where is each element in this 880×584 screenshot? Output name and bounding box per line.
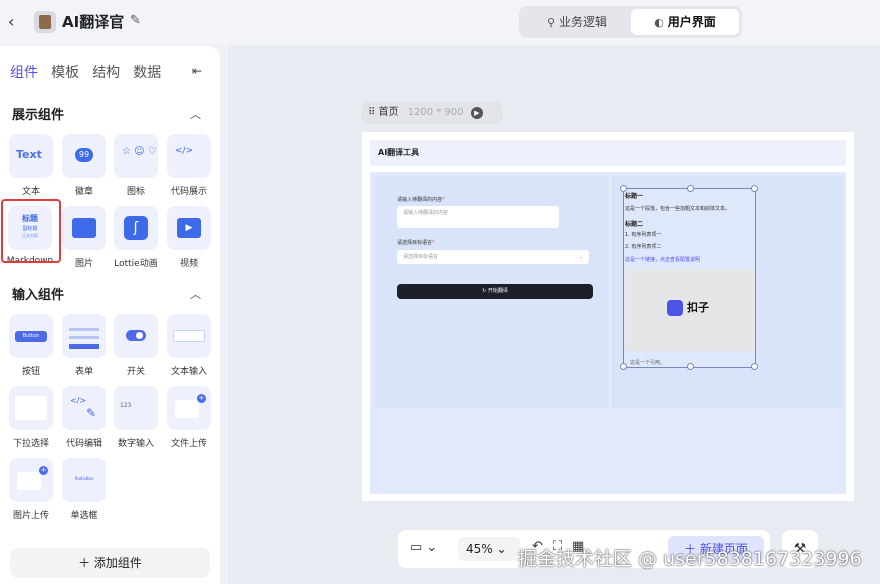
code-editor-icon: </> ✎ [62, 386, 106, 430]
markdown-component[interactable]: 标题一 这是一个段落，包含一些加粗文本和斜体文本。 标题二 1. 有序列表项一 … [620, 185, 758, 370]
component-video[interactable]: ▶ 视频 [166, 206, 212, 269]
component-icon[interactable]: ☆ ☺ ♡ 图标 [113, 134, 159, 197]
tab-user-interface[interactable]: ◐ 用户界面 [631, 9, 739, 35]
button-tile: Button [9, 314, 53, 358]
palette-icon: ◐ [654, 16, 664, 29]
play-icon[interactable]: ▶ [470, 107, 483, 119]
page-header: AI翻译工具 [370, 140, 846, 166]
component-radio[interactable]: RadioBox 单选框 [61, 458, 107, 521]
resize-handle[interactable] [620, 363, 627, 370]
section-title-display: 展示组件 [12, 108, 65, 123]
translate-input[interactable]: 请输入待翻译的内容 [397, 206, 559, 228]
file-upload-icon: + [167, 386, 211, 430]
component-text[interactable]: Text 文本 [8, 134, 54, 197]
page-frame[interactable]: AI翻译工具 请输入待翻译的内容* 请输入待翻译的内容 请选择目标语言* 请选择… [362, 132, 854, 501]
lang-label: 请选择目标语言* [397, 240, 435, 246]
form-icon [62, 314, 106, 358]
component-panel: 组件 模板 结构 数据 ⇤ 展示组件 ︿ Text 文本 99 徽章 ☆ ☺ ♡… [0, 46, 220, 584]
zoom-select[interactable]: 45% ⌄ [458, 537, 520, 561]
collapse-left-icon[interactable]: ⇤ [192, 64, 202, 78]
chevron-up-icon[interactable]: ︿ [190, 106, 201, 122]
text-input-icon [167, 314, 211, 358]
tab-structure[interactable]: 结构 [92, 62, 120, 82]
component-image-upload[interactable]: + 图片上传 [8, 458, 54, 521]
app-title: AI翻译官 [62, 13, 125, 31]
component-text-input[interactable]: 文本输入 [166, 314, 212, 377]
component-dropdown[interactable]: 下拉选择 [8, 386, 54, 449]
radio-icon: RadioBox [62, 458, 106, 502]
toggle-icon [114, 314, 158, 358]
icon-grid-icon: ☆ ☺ ♡ [114, 134, 158, 178]
flow-icon: ⚲ [546, 16, 556, 29]
language-select[interactable]: 请选择目标语言 ⌄ [397, 250, 589, 264]
chevron-up-icon[interactable]: ︿ [190, 286, 201, 302]
resize-handle[interactable] [687, 185, 694, 192]
component-number-input[interactable]: 123 数字输入 [113, 386, 159, 449]
coze-logo-icon [667, 300, 683, 316]
markdown-tile: 标题 副标题 正文内容 [8, 206, 52, 250]
video-icon: ▶ [167, 206, 211, 250]
image-upload-icon: + [9, 458, 53, 502]
component-image[interactable]: 图片 [61, 206, 107, 269]
frame-label[interactable]: ⠿ 首页 1200 * 900 ▶ [362, 102, 502, 124]
input-label: 请输入待翻译的内容* [397, 197, 445, 203]
resize-handle[interactable] [751, 363, 758, 370]
badge-tile: 99 [62, 134, 106, 178]
desktop-icon[interactable]: ▭ ⌄ [410, 540, 437, 555]
component-markdown[interactable]: 标题 副标题 正文内容 Markdown [1, 199, 61, 266]
markdown-link[interactable]: 这是一个链接，点击查看配置说明 [625, 256, 700, 263]
resize-handle[interactable] [687, 363, 694, 370]
resize-handle[interactable] [751, 185, 758, 192]
number-input-icon: 123 [114, 386, 158, 430]
component-button[interactable]: Button 按钮 [8, 314, 54, 377]
tab-components[interactable]: 组件 [10, 62, 38, 82]
drag-handle-icon[interactable]: ⠿ [368, 107, 379, 118]
component-switch[interactable]: 开关 [113, 314, 159, 377]
lottie-icon: ʃ [114, 206, 158, 250]
code-icon: </> [167, 134, 211, 178]
page-body: 请输入待翻译的内容* 请输入待翻译的内容 请选择目标语言* 请选择目标语言 ⌄ ↻… [370, 172, 846, 494]
translate-form-panel[interactable]: 请输入待翻译的内容* 请输入待翻译的内容 请选择目标语言* 请选择目标语言 ⌄ ↻… [374, 176, 608, 408]
image-icon [62, 206, 106, 250]
tab-templates[interactable]: 模板 [51, 62, 79, 82]
component-badge[interactable]: 99 徽章 [61, 134, 107, 197]
chevron-down-icon: ⌄ [578, 254, 583, 260]
app-icon [34, 11, 56, 33]
component-form[interactable]: 表单 [61, 314, 107, 377]
result-panel: 标题一 这是一个段落，包含一些加粗文本和斜体文本。 标题二 1. 有序列表项一 … [612, 176, 844, 408]
start-translate-button[interactable]: ↻ 开始翻译 [397, 284, 593, 299]
component-code-display[interactable]: </> 代码展示 [166, 134, 212, 197]
tab-data[interactable]: 数据 [133, 62, 161, 82]
pencil-icon[interactable]: ✎ [130, 13, 141, 28]
tab-business-logic[interactable]: ⚲ 业务逻辑 [523, 9, 631, 35]
panel-tabs: 组件 模板 结构 数据 [10, 62, 169, 82]
watermark: 掘金技术社区 @ user5838167323996 [518, 548, 862, 570]
component-file-upload[interactable]: + 文件上传 [166, 386, 212, 449]
component-lottie[interactable]: ʃ Lottie动画 [113, 206, 159, 269]
add-component-button[interactable]: ＋ 添加组件 [10, 548, 210, 578]
plus-icon: ＋ [78, 556, 94, 570]
markdown-image: 扣子 [625, 269, 755, 351]
chevron-left-icon[interactable]: ‹ [8, 12, 24, 32]
component-code-editor[interactable]: </> ✎ 代码编辑 [61, 386, 107, 449]
top-bar: ‹ AI翻译官 ✎ ⚲ 业务逻辑 ◐ 用户界面 [0, 0, 880, 44]
mode-switcher: ⚲ 业务逻辑 ◐ 用户界面 [519, 6, 742, 38]
resize-handle[interactable] [620, 185, 627, 192]
section-title-input: 输入组件 [12, 288, 65, 303]
dropdown-icon [9, 386, 53, 430]
text-tile: Text [9, 134, 53, 178]
